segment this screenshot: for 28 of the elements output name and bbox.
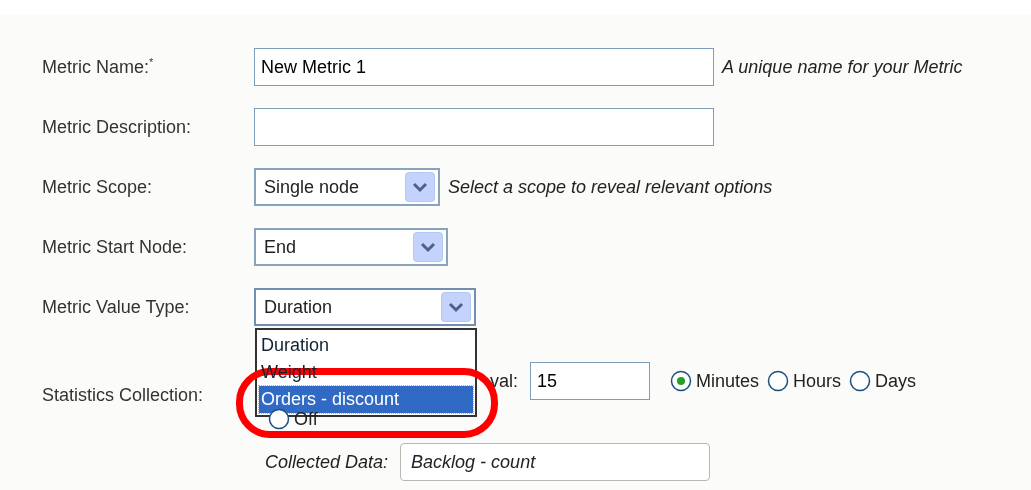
radio-label: Hours: [793, 370, 842, 392]
dropdown-option[interactable]: Duration: [259, 332, 473, 359]
field-label: Metric Description:: [41, 116, 193, 138]
radio-label: Minutes: [696, 370, 760, 392]
text-field[interactable]: [254, 108, 714, 146]
field-label: Metric Name:$^{*}$: [41, 56, 155, 78]
radio-button[interactable]: Minutes: [670, 370, 760, 392]
chevron-down-icon: [441, 292, 471, 322]
chevron-down-icon: [405, 172, 435, 202]
dropdown-option[interactable]: Orders - discount: [259, 386, 473, 413]
field-label: Collected Data:: [265, 451, 389, 473]
field-label: Metric Start Node:: [41, 236, 189, 258]
chevron-down-icon: [413, 232, 443, 262]
field-label: Metric Value Type:: [41, 296, 191, 318]
field-label: Metric Scope:: [41, 176, 154, 198]
interval-field[interactable]: 15: [530, 362, 650, 400]
dropdown[interactable]: Single node: [254, 168, 440, 206]
text-field[interactable]: New Metric 1: [254, 48, 714, 86]
dropdown[interactable]: Duration: [254, 288, 476, 326]
radio-button[interactable]: Hours: [767, 370, 842, 392]
collected-data-field: Backlog - count: [400, 443, 711, 481]
field-hint: A unique name for your Metric: [722, 56, 963, 78]
radio-button[interactable]: Days: [849, 370, 917, 392]
radio-label: Days: [875, 370, 917, 392]
dropdown[interactable]: End: [254, 228, 448, 266]
field-label: Statistics Collection:: [41, 384, 205, 407]
field-label: val:: [490, 370, 518, 392]
field-hint: Select a scope to reveal relevant options: [448, 176, 773, 198]
